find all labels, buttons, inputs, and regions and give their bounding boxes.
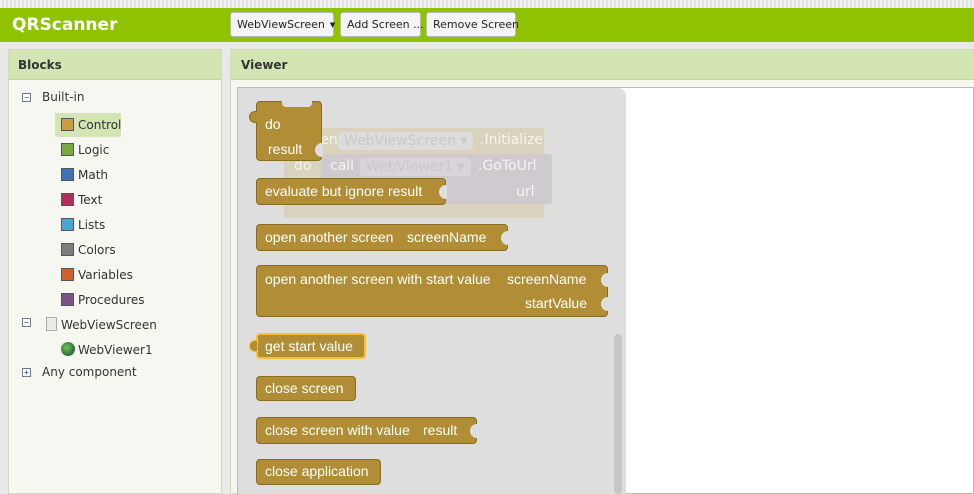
block-do-label: do [265,116,281,132]
tree-item-logic[interactable]: Logic [61,140,109,160]
block-open-screen-with-value[interactable]: open another screen with start value scr… [256,265,609,317]
ghost-call-label: call [330,158,355,174]
tree-item-label: Text [78,193,103,207]
block-do-result[interactable]: do result [256,101,323,161]
tree-item-lists[interactable]: Lists [61,215,105,235]
dropdown-caret-icon: ▼ [329,21,336,29]
block-close-application-label: close application [265,463,369,479]
tree-item-colors[interactable]: Colors [61,240,116,260]
screen-dropdown-label: WebViewScreen [237,18,325,31]
block-screen-name-label: screenName [407,229,487,245]
block-result-label: result [268,141,303,157]
block-evaluate-label: evaluate but ignore result [265,183,423,199]
control-swatch-icon [61,118,74,131]
ghost-url-label: url [516,184,535,200]
ghost-event-name: .Initialize [480,132,544,148]
ghost-component-dropdown: WebViewer1 ▾ [360,158,471,176]
tree-component-label: WebViewer1 [78,343,153,357]
procedures-swatch-icon [61,293,74,306]
top-strip [0,0,974,8]
result-socket [315,143,323,157]
tree-item-label: Control [78,118,122,132]
tree-item-label: Math [78,168,109,182]
tree-screen-label: WebViewScreen [61,318,157,332]
block-open-another-screen[interactable]: open another screen screenName [256,224,509,251]
screen-dropdown[interactable]: WebViewScreen ▼ [230,12,336,37]
output-tab [249,340,257,352]
block-close-screen[interactable]: close screen [256,376,356,401]
top-bar: QRScanner WebViewScreen ▼ Add Screen ... … [0,8,974,42]
remove-screen-button[interactable]: Remove Screen [426,12,519,37]
add-screen-button[interactable]: Add Screen ... [340,12,424,37]
tree-item-procedures[interactable]: Procedures [61,290,145,310]
block-open-screen-label: open another screen [265,229,394,245]
block-get-start-value[interactable]: get start value [256,333,366,359]
tree-item-math[interactable]: Math [61,165,108,185]
block-close-result-label: result [423,422,458,438]
tree-component-webviewer[interactable]: WebViewer1 [61,340,153,360]
tree-screen[interactable]: WebViewScreen [46,315,157,335]
block-evaluate-ignore[interactable]: evaluate but ignore result [256,178,447,205]
screen-icon [46,317,57,331]
tree-item-label: Procedures [78,293,145,307]
block-open-screen-value-label: open another screen with start value [265,271,491,287]
tree-item-control[interactable]: Control [55,113,121,137]
ghost-screen-dropdown: WebViewScreen ▾ [338,132,474,150]
output-tab [249,111,257,123]
viewer-title: Viewer [231,50,974,80]
block-get-start-value-label: get start value [265,338,353,354]
tree-item-label: Logic [78,143,110,157]
logic-swatch-icon [61,143,74,156]
block-close-screen-label: close screen [265,380,344,396]
block-close-value-label: close screen with value [265,422,410,438]
blocks-panel-title: Blocks [9,50,221,80]
tree-item-variables[interactable]: Variables [61,265,133,285]
app-title: QRScanner [12,15,118,35]
tree-item-label: Lists [78,218,106,232]
tree-item-label: Variables [78,268,133,282]
ghost-method-name: .GoToUrl [478,158,537,174]
tree-item-label: Colors [78,243,116,257]
variables-swatch-icon [61,268,74,281]
tree-item-text[interactable]: Text [61,190,102,210]
math-swatch-icon [61,168,74,181]
webviewer-globe-icon [61,342,75,356]
colors-swatch-icon [61,243,74,256]
expand-any-component-icon[interactable]: + [22,368,31,377]
block-close-screen-with-value[interactable]: close screen with value result [256,417,478,444]
tree-builtin[interactable]: Built-in [42,87,84,107]
collapse-builtin-icon[interactable]: − [22,93,31,102]
lists-swatch-icon [61,218,74,231]
collapse-screen-icon[interactable]: − [22,318,31,327]
block-close-application[interactable]: close application [256,459,381,485]
flyout-scrollbar[interactable] [614,334,622,494]
tree-any-component[interactable]: Any component [42,362,137,382]
text-swatch-icon [61,193,74,206]
block-screen-name-label: screenName [507,271,587,287]
block-start-value-label: startValue [525,295,587,311]
